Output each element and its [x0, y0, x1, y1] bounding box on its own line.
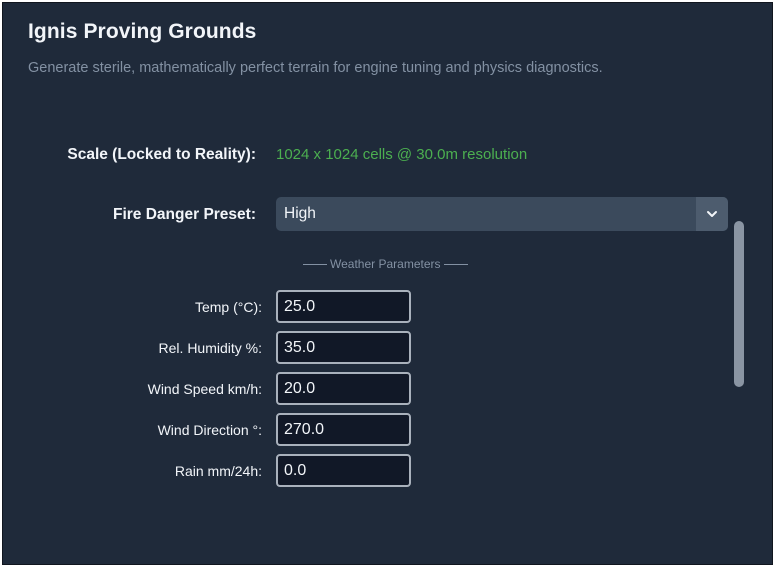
wind-direction-input[interactable]: [276, 413, 411, 446]
temp-input[interactable]: [276, 290, 411, 323]
rain-input[interactable]: [276, 454, 411, 487]
temp-label: Temp (°C):: [194, 299, 262, 315]
humidity-label: Rel. Humidity %:: [158, 340, 262, 356]
fire-danger-preset-value: High: [284, 205, 316, 222]
humidity-input[interactable]: [276, 331, 411, 364]
wind-direction-label: Wind Direction °:: [157, 422, 262, 438]
scale-label: Scale (Locked to Reality):: [67, 146, 256, 163]
scale-value: 1024 x 1024 cells @ 30.0m resolution: [276, 146, 528, 163]
fire-danger-preset-select[interactable]: High: [276, 197, 728, 231]
wind-speed-label: Wind Speed km/h:: [147, 381, 262, 397]
app-window: Ignis Proving Grounds Generate sterile, …: [2, 2, 773, 565]
app-subtitle: Generate sterile, mathematically perfect…: [28, 60, 603, 76]
fire-danger-preset-label: Fire Danger Preset:: [113, 206, 256, 223]
divider-line: [443, 263, 468, 265]
divider-line: [303, 263, 327, 265]
rain-label: Rain mm/24h:: [174, 463, 262, 479]
weather-section-title: Weather Parameters: [330, 257, 441, 271]
chevron-down-icon[interactable]: [696, 197, 728, 231]
app-title: Ignis Proving Grounds: [28, 20, 257, 43]
scrollbar-thumb[interactable]: [734, 221, 744, 387]
weather-section-header: Weather Parameters: [300, 257, 471, 271]
wind-speed-input[interactable]: [276, 372, 411, 405]
